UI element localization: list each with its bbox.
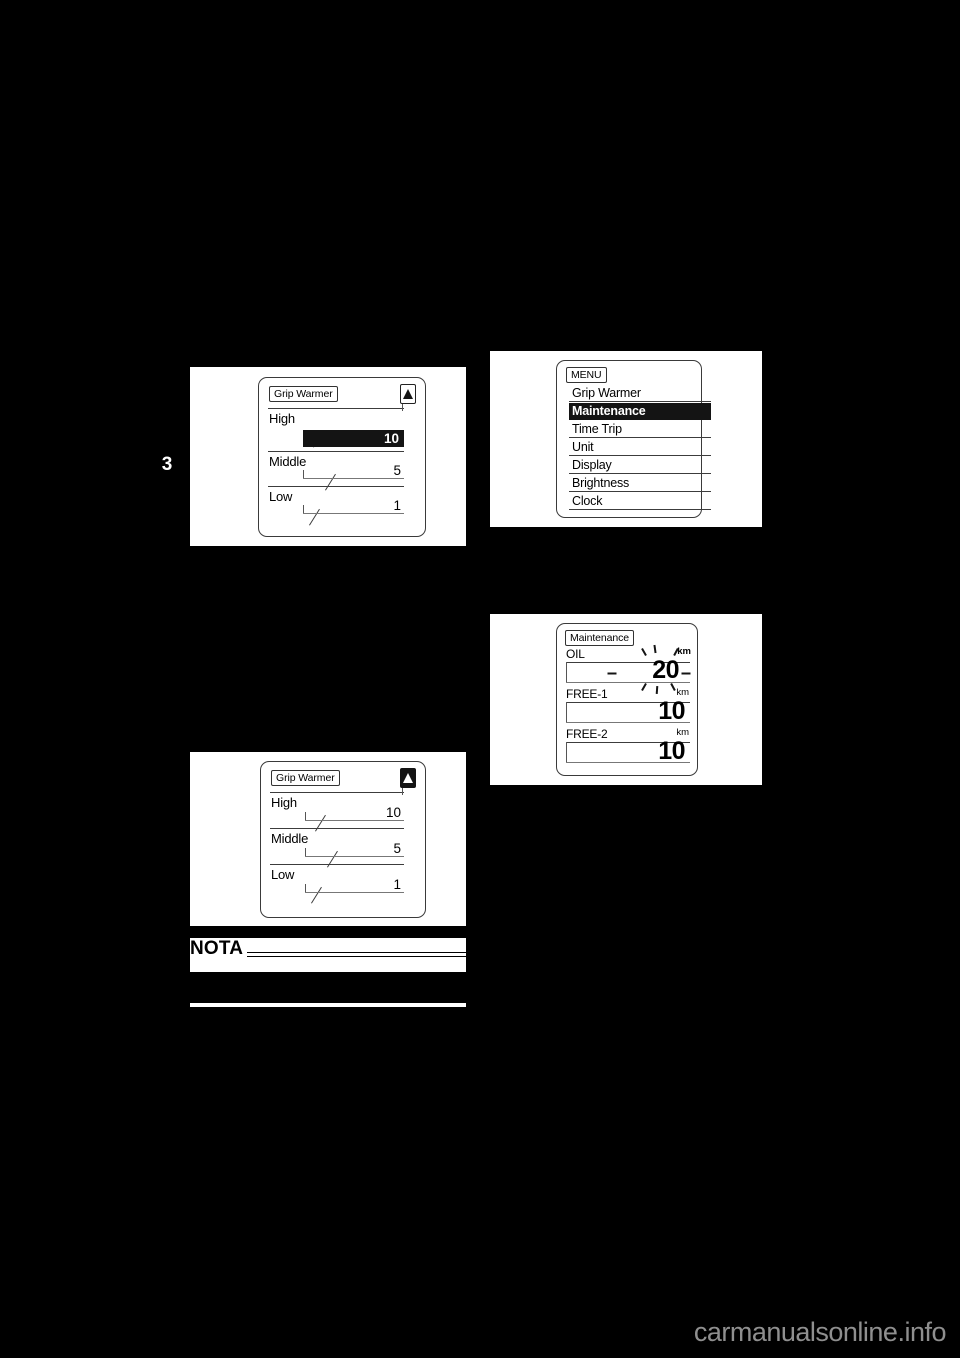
maintenance-unit-oil: km: [677, 646, 691, 657]
menu-item-display[interactable]: Display: [569, 457, 711, 474]
menu-item-grip-warmer[interactable]: Grip Warmer: [569, 385, 711, 402]
level-label-high: High: [269, 411, 295, 426]
lcd-screen-grip-warmer-high: Grip Warmer High 10 Middle 5 Low 1: [258, 377, 426, 537]
level-value-high: 10: [303, 430, 404, 447]
level-value-high: 10: [385, 805, 401, 820]
menu-item-label: Clock: [572, 494, 603, 508]
level-value-low: 1: [393, 877, 401, 892]
maintenance-value-free-2: 10: [658, 737, 685, 765]
level-label-middle: Middle: [269, 454, 307, 469]
row-divider: [268, 451, 404, 452]
screen-title-chip: MENU: [566, 367, 607, 383]
value-underline: [305, 892, 404, 893]
menu-item-maintenance[interactable]: Maintenance: [569, 403, 711, 420]
nota-heading: NOTA: [190, 938, 248, 960]
value-underline: [305, 856, 404, 857]
row-tick: [566, 742, 567, 762]
figure-menu-list: MENU Grip Warmer Maintenance Time Trip U…: [490, 351, 762, 527]
screen-title-chip: Grip Warmer: [269, 386, 338, 402]
row-tick: [402, 404, 403, 411]
nota-body-backdrop: [190, 962, 466, 972]
menu-item-label: Display: [572, 458, 612, 472]
figure-grip-warmer-no-selection: Grip Warmer High 10 Middle 5 Low 1: [190, 752, 466, 926]
menu-item-label: Unit: [572, 440, 594, 454]
maintenance-label-free-1: FREE-1: [566, 687, 608, 701]
row-tick: [402, 788, 403, 795]
screen-title-chip: Grip Warmer: [271, 770, 340, 786]
chapter-number-tab: 3: [161, 454, 173, 475]
menu-item-label: Maintenance: [572, 404, 646, 418]
row-divider: [268, 408, 404, 409]
nota-bottom-rule: [190, 1002, 466, 1008]
up-triangle-icon[interactable]: [400, 384, 416, 404]
menu-item-clock[interactable]: Clock: [569, 493, 711, 510]
row-divider: [270, 864, 404, 865]
level-label-high: High: [271, 795, 297, 810]
figure-maintenance-screen: Maintenance OIL km 20 FREE-1 km 10 FREE-…: [490, 614, 762, 785]
level-value-middle: 5: [393, 841, 401, 856]
row-divider: [268, 486, 404, 487]
maintenance-value-oil: 20: [652, 656, 679, 684]
flashing-rays-icon: [557, 624, 691, 695]
maintenance-value-free-1: 10: [658, 697, 685, 725]
screen-title-chip: Maintenance: [565, 630, 635, 646]
level-label-low: Low: [271, 867, 295, 882]
menu-item-unit[interactable]: Unit: [569, 439, 711, 456]
row-divider: [270, 792, 404, 793]
lcd-screen-maintenance: Maintenance OIL km 20 FREE-1 km 10 FREE-…: [556, 623, 698, 776]
menu-item-brightness[interactable]: Brightness: [569, 475, 711, 492]
level-value-middle: 5: [393, 463, 401, 478]
row-divider: [270, 828, 404, 829]
up-triangle-icon[interactable]: [400, 768, 416, 788]
lcd-screen-grip-warmer-plain: Grip Warmer High 10 Middle 5 Low 1: [260, 761, 426, 918]
maintenance-label-oil: OIL: [566, 647, 585, 661]
row-tick: [566, 702, 567, 722]
maintenance-label-free-2: FREE-2: [566, 727, 608, 741]
menu-item-label: Time Trip: [572, 422, 622, 436]
row-tick: [566, 662, 567, 682]
lcd-screen-menu: MENU Grip Warmer Maintenance Time Trip U…: [556, 360, 711, 518]
level-label-middle: Middle: [271, 831, 309, 846]
value-underline: [303, 513, 404, 514]
nota-block: NOTA: [190, 938, 466, 1016]
level-label-low: Low: [269, 489, 293, 504]
menu-item-label: Grip Warmer: [572, 386, 641, 400]
level-value-low: 1: [393, 498, 401, 513]
menu-item-time-trip[interactable]: Time Trip: [569, 421, 711, 438]
value-underline: [303, 478, 404, 479]
value-underline: [305, 820, 404, 821]
menu-item-label: Brightness: [572, 476, 630, 490]
site-watermark: carmanualsonline.info: [693, 1317, 947, 1347]
figure-grip-warmer-high-selected: Grip Warmer High 10 Middle 5 Low 1: [190, 367, 466, 546]
